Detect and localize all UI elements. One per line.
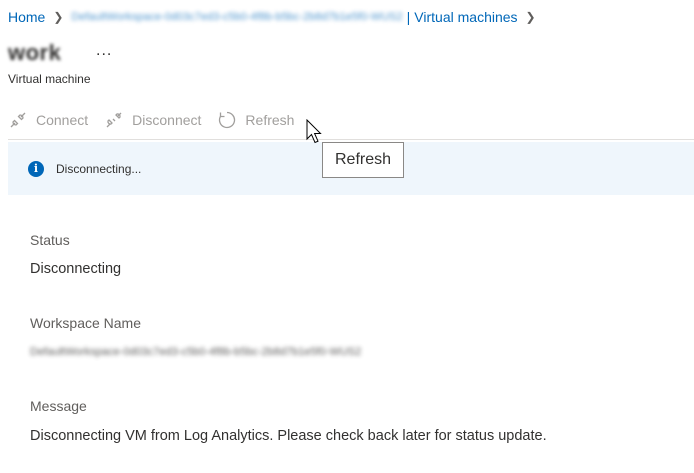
breadcrumb-home-link[interactable]: Home (8, 9, 45, 25)
info-icon: i (28, 160, 44, 177)
message-label: Message (30, 398, 87, 414)
message-value: Disconnecting VM from Log Analytics. Ple… (30, 428, 547, 444)
chevron-right-icon: ❯ (525, 10, 536, 24)
page-title: work (8, 40, 62, 65)
disconnect-button[interactable]: Disconnect (104, 110, 201, 130)
breadcrumb: Home ❯ DefaultWorkspace-0d03c7ed3-c5b0-4… (8, 7, 544, 27)
breadcrumb-virtual-machines-link[interactable]: Virtual machines (414, 9, 517, 25)
status-label: Status (30, 232, 70, 248)
info-message-text: Disconnecting... (56, 161, 142, 176)
more-options-button[interactable]: ... (96, 42, 112, 60)
command-bar: Connect Disconnect Refresh (8, 108, 310, 132)
plug-disconnect-icon (106, 112, 122, 128)
status-value: Disconnecting (30, 261, 122, 277)
breadcrumb-pipe: | (406, 9, 411, 25)
connect-label: Connect (36, 112, 89, 128)
workspace-name-value: DefaultWorkspace-0d03c7ed3-c5b0-4f8b-b5b… (30, 346, 362, 358)
page-subtitle: Virtual machine (8, 72, 91, 86)
mouse-pointer-icon (306, 119, 322, 144)
refresh-icon (219, 111, 236, 129)
disconnect-label: Disconnect (132, 112, 202, 128)
workspace-name-label: Workspace Name (30, 315, 142, 331)
refresh-button[interactable]: Refresh (217, 110, 294, 130)
refresh-tooltip: Refresh (322, 142, 404, 178)
connect-button[interactable]: Connect (8, 110, 88, 130)
chevron-right-icon: ❯ (53, 10, 64, 24)
toolbar-divider (8, 139, 694, 140)
breadcrumb-workspace-link[interactable]: DefaultWorkspace-0d03c7ed3-c5b0-4f8b-b5b… (71, 11, 402, 23)
plug-connect-icon (10, 112, 26, 128)
refresh-label: Refresh (245, 112, 295, 128)
